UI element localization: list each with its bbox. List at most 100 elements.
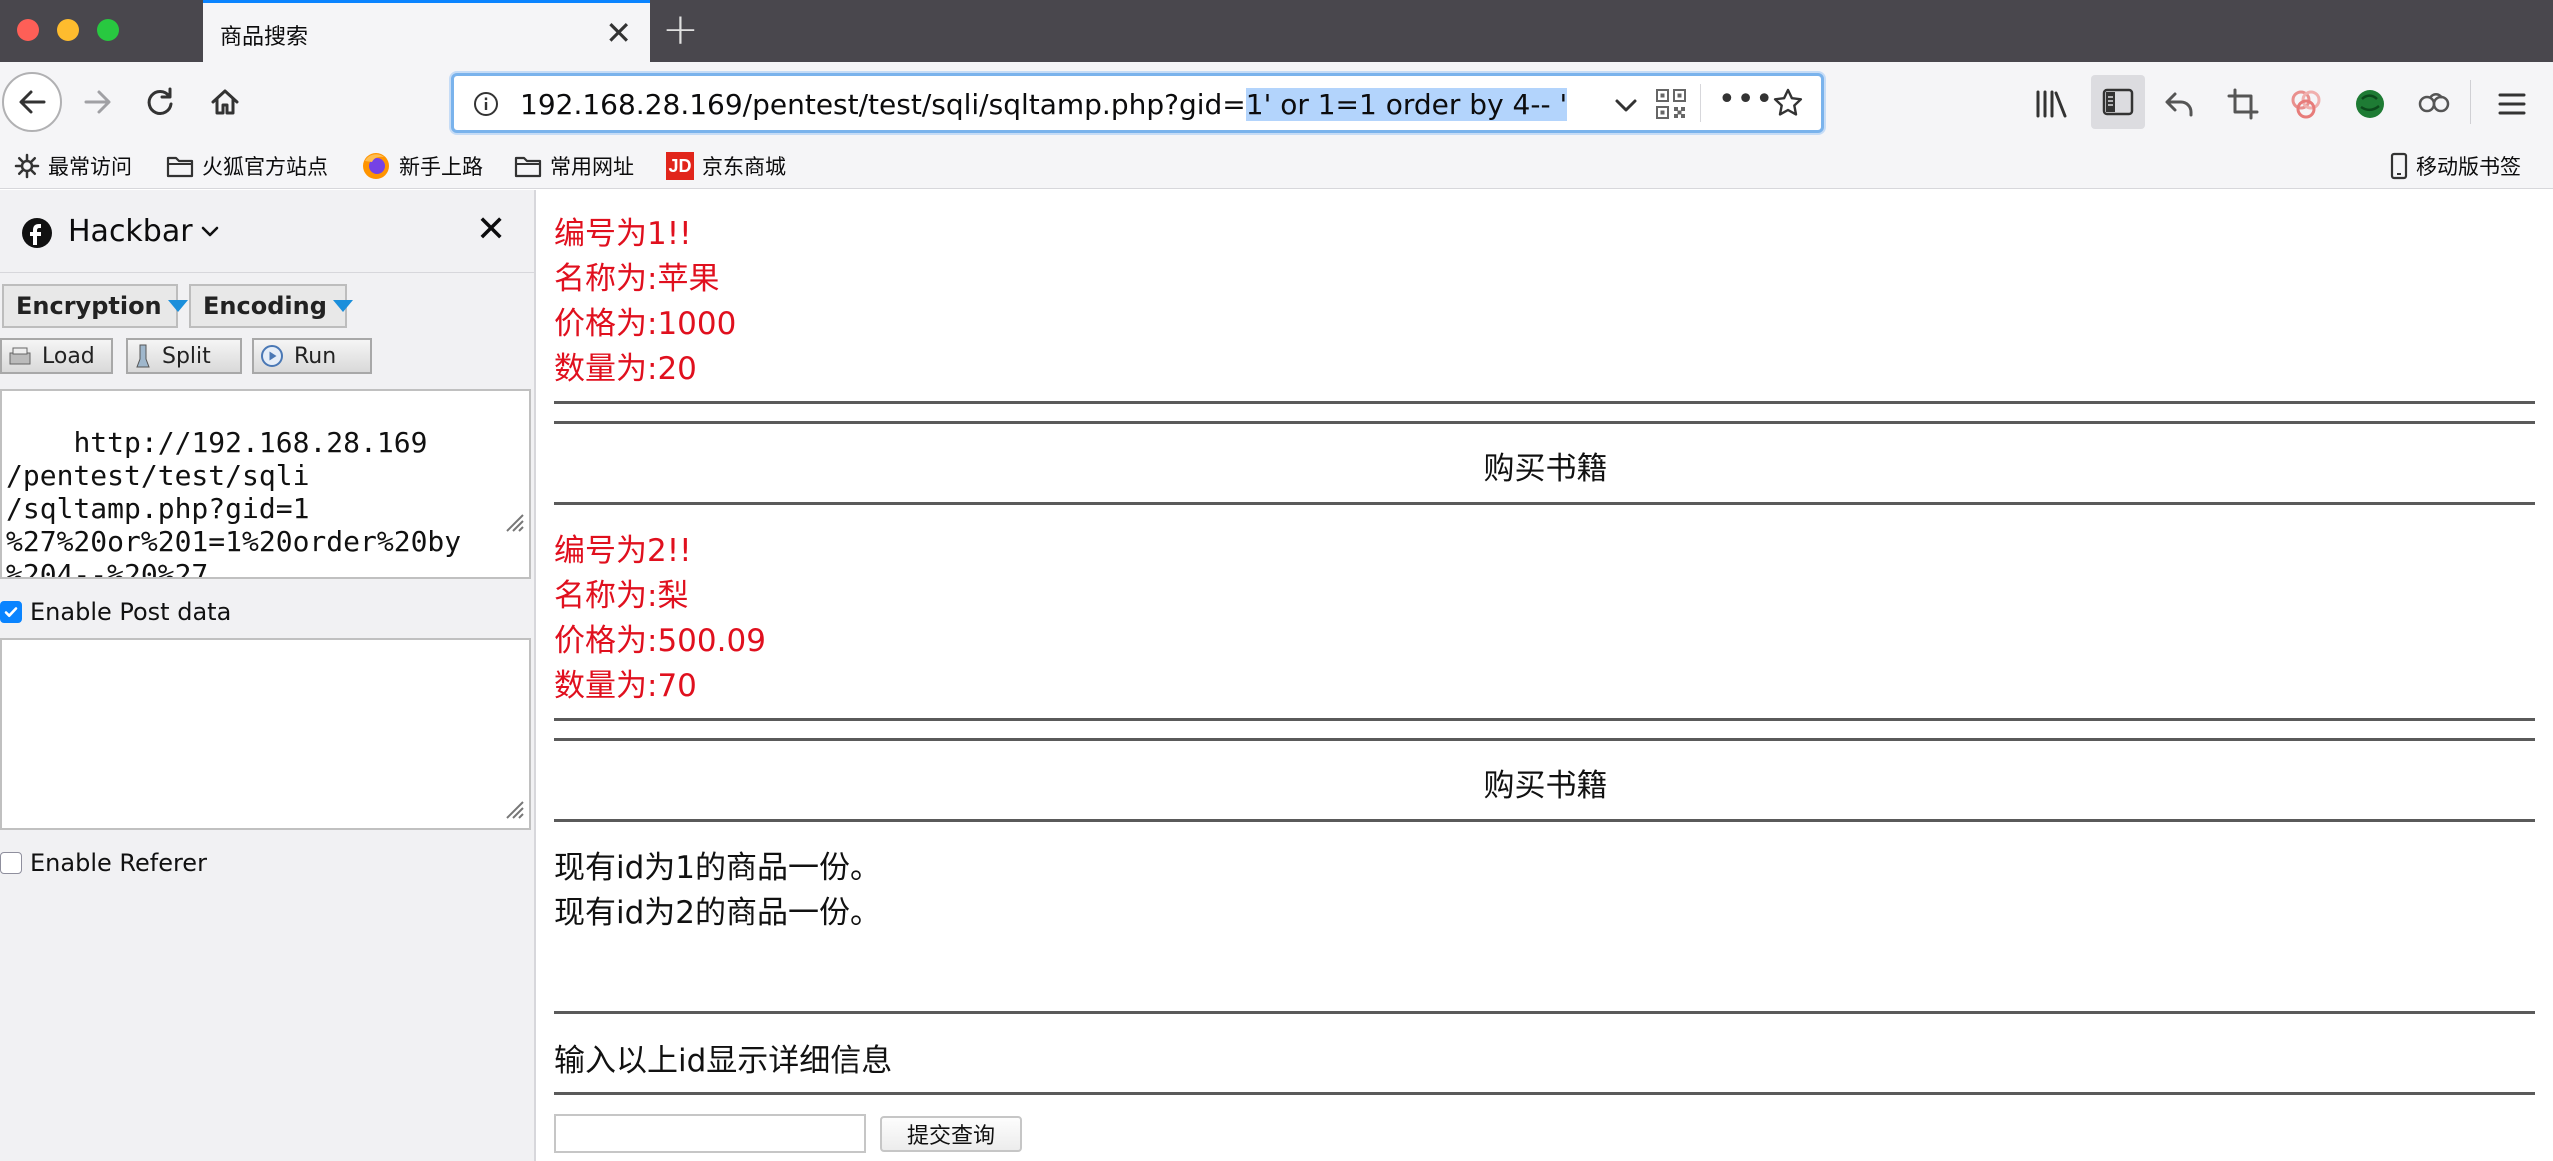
sidebar-title[interactable]: Hackbar [68, 214, 193, 249]
tab-active[interactable]: 商品搜索 ✕ [203, 0, 650, 64]
toolbar-divider [2470, 80, 2471, 124]
page-actions-icon[interactable]: ••• [1718, 82, 1774, 117]
new-tab-button[interactable]: + [662, 6, 699, 54]
bookmark-star-icon[interactable] [1772, 87, 1804, 123]
stock-line: 现有id为1的商品一份。 [554, 850, 882, 886]
divider [554, 1092, 2535, 1095]
bookmark-label: 火狐官方站点 [202, 155, 328, 179]
firefox-icon [361, 151, 391, 181]
divider [554, 1011, 2535, 1014]
product-id-input[interactable] [554, 1114, 866, 1153]
folder-icon [166, 154, 194, 178]
library-icon[interactable] [2030, 82, 2074, 126]
divider [554, 401, 2535, 404]
url-selection: 1' or 1=1 order by 4-- ' [1245, 88, 1568, 121]
url-bar-divider [1700, 84, 1701, 122]
undo-icon[interactable] [2158, 82, 2202, 126]
arrow-left-icon [19, 90, 46, 114]
jd-icon: JD [666, 152, 694, 180]
bookmark-label: 京东商城 [702, 155, 786, 179]
split-url-button[interactable]: Split [126, 338, 242, 374]
enable-post-label: Enable Post data [30, 598, 232, 626]
product-1-name: 名称为:苹果 [554, 261, 720, 297]
back-button[interactable] [2, 72, 62, 132]
encryption-label: Encryption [16, 292, 162, 320]
play-icon [260, 344, 284, 368]
hamburger-menu-icon[interactable] [2490, 82, 2534, 126]
hackbar-logo-icon [20, 216, 54, 254]
sidebar-toggle-icon[interactable] [2091, 75, 2145, 129]
reload-icon [147, 87, 173, 115]
enable-post-row[interactable]: Enable Post data [0, 597, 231, 627]
reload-button[interactable] [130, 72, 190, 132]
screenshot-crop-icon[interactable] [2221, 82, 2265, 126]
execute-button[interactable]: Run [252, 338, 372, 374]
product-2-name: 名称为:梨 [554, 578, 689, 614]
encoding-label: Encoding [203, 292, 327, 320]
home-button[interactable] [195, 72, 255, 132]
bookmark-label: 移动版书签 [2416, 155, 2521, 179]
resize-grip-icon[interactable] [503, 798, 525, 824]
chevron-down-icon[interactable] [1611, 90, 1641, 124]
resize-grip-icon[interactable] [402, 474, 525, 573]
window-maximize-button[interactable] [97, 19, 119, 41]
extension-link-icon[interactable] [2412, 82, 2456, 126]
bookmark-common-sites[interactable]: 常用网址 [514, 150, 634, 182]
id-prompt-text: 输入以上id显示详细信息 [554, 1043, 893, 1079]
enable-referer-label: Enable Referer [30, 849, 207, 877]
product-1-quantity: 数量为:20 [554, 351, 697, 387]
window-minimize-button[interactable] [57, 19, 79, 41]
home-icon [211, 89, 239, 115]
encoding-dropdown[interactable]: Encoding [189, 284, 353, 328]
chevron-down-icon[interactable] [200, 224, 220, 244]
navigation-toolbar: 192.168.28.169/pentest/test/sqli/sqltamp… [0, 62, 2553, 144]
bookmark-mobile[interactable]: 移动版书签 [2390, 150, 2521, 182]
folder-icon [514, 154, 542, 178]
bookmark-most-visited[interactable]: 最常访问 [14, 150, 132, 182]
tab-close-icon[interactable]: ✕ [605, 13, 632, 53]
divider [554, 502, 2535, 505]
split-icon [134, 343, 152, 369]
gear-icon [14, 153, 40, 179]
mobile-phone-icon [2390, 152, 2408, 180]
page-content: 编号为1!! 名称为:苹果 价格为:1000 数量为:20 购买书籍 编号为2!… [538, 190, 2553, 1161]
url-bar[interactable]: 192.168.28.169/pentest/test/sqli/sqltamp… [451, 73, 1824, 133]
extension-globe-icon[interactable] [2348, 82, 2392, 126]
post-data-textarea[interactable] [0, 638, 531, 830]
enable-referer-checkbox[interactable] [0, 852, 22, 874]
bookmark-getting-started[interactable]: 新手上路 [361, 150, 483, 182]
divider [554, 718, 2535, 721]
product-2-price: 价格为:500.09 [554, 623, 766, 659]
qr-code-icon[interactable] [1655, 88, 1687, 124]
bookmark-firefox-site[interactable]: 火狐官方站点 [166, 150, 328, 182]
product-1-price: 价格为:1000 [554, 306, 737, 342]
buy-books-heading: 购买书籍 [1483, 768, 1608, 804]
sidebar-close-icon[interactable]: ✕ [476, 210, 506, 250]
hackbar-sidebar: Hackbar ✕ Encryption Encoding Load Split… [0, 190, 536, 1161]
dropdown-arrow-icon [167, 300, 188, 312]
window-close-button[interactable] [17, 19, 39, 41]
extension-rings-icon[interactable] [2284, 82, 2328, 126]
load-url-button[interactable]: Load [0, 338, 113, 374]
info-icon[interactable] [472, 90, 500, 122]
hackbar-url-textarea[interactable]: http://192.168.28.169 /pentest/test/sqli… [0, 389, 531, 579]
dropdown-arrow-icon [332, 300, 353, 312]
product-2-quantity: 数量为:70 [554, 668, 697, 704]
enable-referer-row[interactable]: Enable Referer [0, 848, 207, 878]
bookmark-jd-mall[interactable]: JD 京东商城 [666, 150, 786, 182]
submit-query-button[interactable]: 提交查询 [880, 1116, 1022, 1152]
enable-post-checkbox[interactable] [0, 601, 22, 623]
stock-line: 现有id为2的商品一份。 [554, 895, 882, 931]
bookmark-label: 常用网址 [550, 155, 634, 179]
divider [554, 819, 2535, 822]
url-prefix: 192.168.28.169/pentest/test/sqli/sqltamp… [520, 88, 1246, 121]
product-1-id: 编号为1!! [554, 216, 692, 252]
arrow-right-icon [84, 90, 111, 114]
forward-button[interactable] [68, 72, 128, 132]
tab-title: 商品搜索 [220, 25, 309, 50]
url-text[interactable]: 192.168.28.169/pentest/test/sqli/sqltamp… [520, 88, 1568, 121]
load-label: Load [42, 343, 95, 369]
product-2-id: 编号为2!! [554, 533, 692, 569]
encryption-dropdown[interactable]: Encryption [2, 284, 188, 328]
divider [554, 738, 2535, 741]
